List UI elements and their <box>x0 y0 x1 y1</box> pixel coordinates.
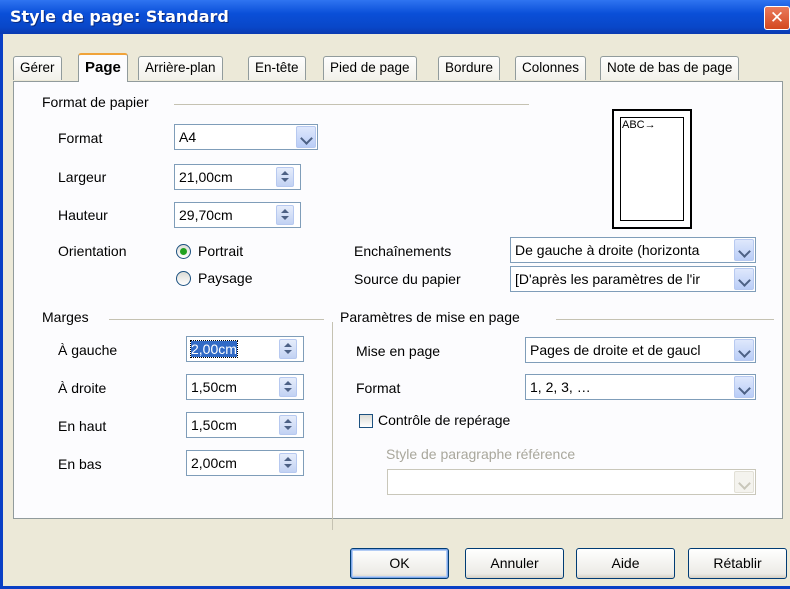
margin-right-label: À droite <box>58 380 107 396</box>
tab-page[interactable]: Page <box>78 53 128 82</box>
height-spinner-icon[interactable] <box>276 205 294 225</box>
reference-style-label: Style de paragraphe référence <box>386 446 576 462</box>
dialog-window: Style de page: Standard ✕ Gérer Page Arr… <box>0 0 790 589</box>
numbering-format-label: Format <box>356 380 401 396</box>
chevron-down-icon[interactable] <box>734 268 754 290</box>
page-preview-inner: ABC→ <box>620 117 684 221</box>
portrait-label[interactable]: Portrait <box>198 243 243 259</box>
tab-en-tete[interactable]: En-tête <box>248 56 306 80</box>
margin-left-value: 2,00cm <box>190 340 238 358</box>
width-field[interactable]: 21,00cm <box>174 164 301 190</box>
format-value: A4 <box>179 129 197 145</box>
dialog-title: Style de page: Standard <box>10 7 229 26</box>
chevron-down-icon[interactable] <box>734 376 754 398</box>
margin-bottom-spinner-icon[interactable] <box>279 453 297 473</box>
margin-top-field[interactable]: 1,50cm <box>186 412 304 438</box>
layout-group-label: Paramètres de mise en page <box>340 309 520 325</box>
width-spinner-icon[interactable] <box>276 167 294 187</box>
margin-top-value: 1,50cm <box>191 417 237 433</box>
text-direction-value: De gauche à droite (horizonta <box>515 242 700 258</box>
page-layout-value: Pages de droite et de gaucl <box>530 342 701 358</box>
register-true-label[interactable]: Contrôle de repérage <box>378 412 510 428</box>
layout-divider <box>556 319 774 320</box>
tab-panel-page: Format de papier Format A4 Largeur 21,00… <box>13 81 783 530</box>
orientation-label: Orientation <box>58 243 127 259</box>
height-label: Hauteur <box>58 207 108 223</box>
text-direction-dropdown[interactable]: De gauche à droite (horizonta <box>510 237 756 263</box>
page-preview: ABC→ <box>612 109 692 229</box>
chevron-down-icon[interactable] <box>734 239 754 261</box>
margin-right-field[interactable]: 1,50cm <box>186 374 304 400</box>
paper-tray-dropdown[interactable]: [D'après les paramètres de l'ir <box>510 266 756 292</box>
width-label: Largeur <box>58 169 107 185</box>
close-button[interactable]: ✕ <box>764 6 790 30</box>
margin-right-value: 1,50cm <box>191 379 237 395</box>
margin-right-spinner-icon[interactable] <box>279 377 297 397</box>
reset-button[interactable]: Rétablir <box>688 548 787 579</box>
group-separator <box>332 322 333 530</box>
chevron-down-icon <box>734 471 754 493</box>
page-layout-dropdown[interactable]: Pages de droite et de gaucl <box>525 337 756 363</box>
tab-gerer[interactable]: Gérer <box>13 56 62 80</box>
margin-bottom-field[interactable]: 2,00cm <box>186 450 304 476</box>
close-icon: ✕ <box>769 8 785 27</box>
tab-arriere-plan[interactable]: Arrière-plan <box>138 56 223 80</box>
tab-pied-de-page[interactable]: Pied de page <box>323 56 417 80</box>
paper-tray-label: Source du papier <box>354 271 461 287</box>
tab-note-de-bas-de-page[interactable]: Note de bas de page <box>600 56 740 80</box>
tab-colonnes[interactable]: Colonnes <box>515 56 587 80</box>
margins-divider <box>109 319 324 320</box>
paper-tray-value: [D'après les paramètres de l'ir <box>515 271 701 287</box>
reference-style-dropdown[interactable] <box>387 469 756 495</box>
chevron-down-icon[interactable] <box>296 126 316 148</box>
ok-button[interactable]: OK <box>350 548 449 579</box>
title-bar[interactable]: Style de page: Standard ✕ <box>0 0 790 34</box>
register-true-checkbox[interactable] <box>359 414 373 428</box>
page-layout-label: Mise en page <box>356 343 441 359</box>
width-value: 21,00cm <box>179 169 233 185</box>
format-dropdown[interactable]: A4 <box>174 124 318 150</box>
page-preview-text: ABC→ <box>622 119 656 131</box>
numbering-format-dropdown[interactable]: 1, 2, 3, … <box>525 374 756 400</box>
chevron-down-icon[interactable] <box>734 339 754 361</box>
height-field[interactable]: 29,70cm <box>174 202 301 228</box>
help-button[interactable]: Aide <box>576 548 675 579</box>
portrait-radio[interactable] <box>176 244 191 259</box>
text-direction-label: Enchaînements <box>354 243 452 259</box>
margin-top-spinner-icon[interactable] <box>279 415 297 435</box>
landscape-label[interactable]: Paysage <box>198 270 252 286</box>
margin-left-spinner-icon[interactable] <box>279 339 297 359</box>
height-value: 29,70cm <box>179 207 233 223</box>
paper-format-group-label: Format de papier <box>42 94 149 110</box>
margin-bottom-value: 2,00cm <box>191 455 237 471</box>
dialog-client: Gérer Page Arrière-plan En-tête Pied de … <box>3 34 790 586</box>
paper-format-divider <box>174 104 529 105</box>
cancel-button[interactable]: Annuler <box>465 548 564 579</box>
margin-left-label: À gauche <box>58 342 118 358</box>
margins-group-label: Marges <box>42 309 89 325</box>
tab-bordure[interactable]: Bordure <box>438 56 501 80</box>
margin-top-label: En haut <box>58 418 107 434</box>
margin-bottom-label: En bas <box>58 456 102 472</box>
margin-left-field[interactable]: 2,00cm <box>186 336 304 362</box>
numbering-format-value: 1, 2, 3, … <box>530 379 591 395</box>
landscape-radio[interactable] <box>176 271 191 286</box>
format-label: Format <box>58 130 103 146</box>
